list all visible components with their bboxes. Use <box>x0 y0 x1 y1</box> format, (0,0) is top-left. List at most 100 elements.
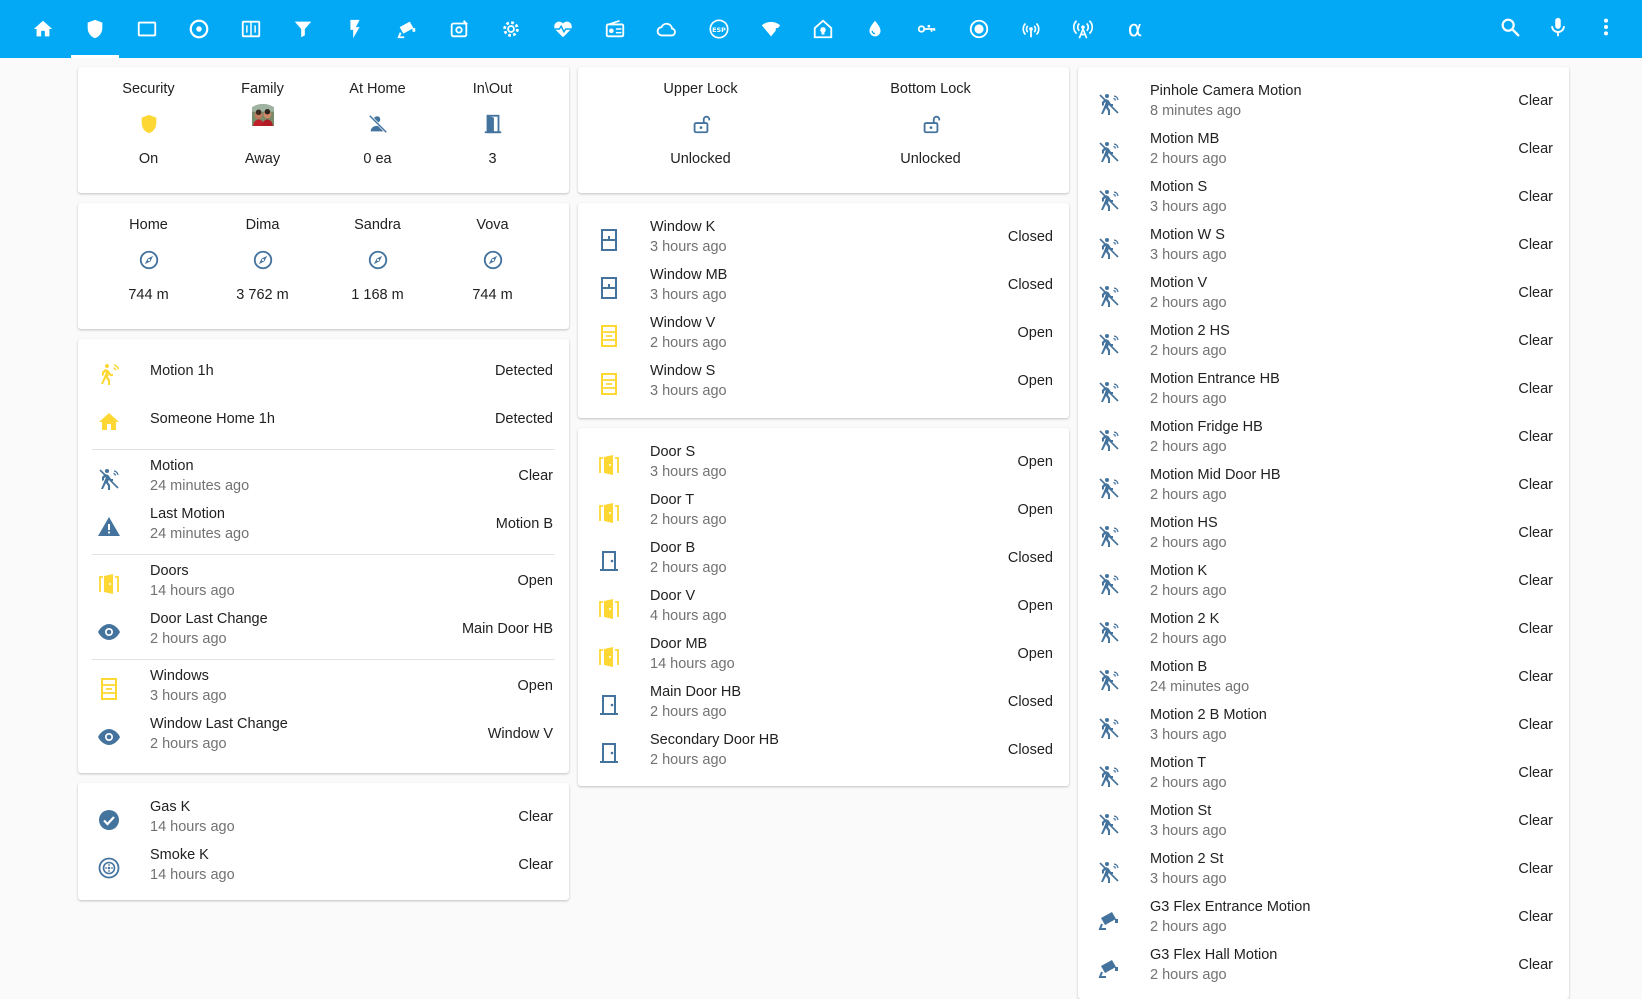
entity-row[interactable]: Main Door HB 2 hours ago Closed <box>578 680 1069 728</box>
motion-off-icon <box>1096 379 1122 405</box>
eye-icon <box>96 619 122 645</box>
entity-state: Detected <box>494 363 553 379</box>
tab-panel[interactable] <box>225 0 277 58</box>
entity-row[interactable]: Motion 1h Detected <box>78 349 569 397</box>
entity-row[interactable]: Motion Mid Door HB 2 hours ago Clear <box>1078 463 1569 511</box>
entity-row[interactable]: Motion 24 minutes ago Clear <box>78 454 569 502</box>
entity-row[interactable]: G3 Flex Hall Motion 2 hours ago Clear <box>1078 943 1569 991</box>
entity-row[interactable]: Window V 2 hours ago Open <box>578 311 1069 359</box>
locks-card: Upper Lock Unlocked Bottom Lock Unlocked <box>578 67 1069 193</box>
entity-row[interactable]: Motion Fridge HB 2 hours ago Clear <box>1078 415 1569 463</box>
entity-row[interactable]: Motion W S 3 hours ago Clear <box>1078 223 1569 271</box>
entity-last-changed: 2 hours ago <box>1150 775 1227 791</box>
entity-state: Clear <box>1518 573 1553 589</box>
glance-item[interactable]: Security On <box>91 79 206 169</box>
entity-state: Closed <box>1007 229 1053 245</box>
entity-row[interactable]: Motion Entrance HB 2 hours ago Clear <box>1078 367 1569 415</box>
glance-item[interactable]: At Home 0 ea <box>320 79 435 169</box>
smoke-detector-icon <box>96 855 122 881</box>
entity-row[interactable]: Smoke K 14 hours ago Clear <box>78 843 569 891</box>
entity-row[interactable]: Motion HS 2 hours ago Clear <box>1078 511 1569 559</box>
entity-row[interactable]: Motion 2 HS 2 hours ago Clear <box>1078 319 1569 367</box>
entity-row[interactable]: Doors 14 hours ago Open <box>78 559 569 607</box>
entity-row[interactable]: Window Last Change 2 hours ago Window V <box>78 712 569 760</box>
glance-item[interactable]: Bottom Lock Unlocked <box>873 79 988 169</box>
tab-access-point[interactable] <box>1005 0 1057 58</box>
entity-row[interactable]: Door Last Change 2 hours ago Main Door HB <box>78 607 569 655</box>
entity-row[interactable]: Motion 2 B Motion 3 hours ago Clear <box>1078 703 1569 751</box>
tab-home[interactable] <box>17 0 69 58</box>
entity-last-changed: 3 hours ago <box>1150 247 1227 263</box>
tab-cloud[interactable] <box>641 0 693 58</box>
entity-row[interactable]: Door T 2 hours ago Open <box>578 488 1069 536</box>
tab-filter[interactable] <box>277 0 329 58</box>
entity-row[interactable]: Motion B 24 minutes ago Clear <box>1078 655 1569 703</box>
entity-row[interactable]: Secondary Door HB 2 hours ago Closed <box>578 728 1069 776</box>
tab-cctv[interactable] <box>381 0 433 58</box>
mdi-key-icon <box>916 18 938 40</box>
entity-row[interactable]: Door V 4 hours ago Open <box>578 584 1069 632</box>
tab-robot[interactable] <box>433 0 485 58</box>
entity-row[interactable]: Door MB 14 hours ago Open <box>578 632 1069 680</box>
entity-state: Open <box>1017 598 1053 614</box>
entity-row[interactable]: Door B 2 hours ago Closed <box>578 536 1069 584</box>
entity-row[interactable]: Gas K 14 hours ago Clear <box>78 795 569 843</box>
voice-button[interactable] <box>1532 0 1584 58</box>
glance-item[interactable]: Home 744 m <box>91 215 206 305</box>
entity-row[interactable]: Motion V 2 hours ago Clear <box>1078 271 1569 319</box>
tab-alpha[interactable]: α <box>1109 0 1161 58</box>
entity-state: Clear <box>1518 861 1553 877</box>
entity-row[interactable]: Motion St 3 hours ago Clear <box>1078 799 1569 847</box>
tab-mdi-key[interactable] <box>901 0 953 58</box>
entity-last-changed: 3 hours ago <box>650 239 727 255</box>
glance-item[interactable]: Vova 744 m <box>435 215 550 305</box>
entity-name: Motion <box>150 458 194 474</box>
entity-row[interactable]: Motion 2 K 2 hours ago Clear <box>1078 607 1569 655</box>
entity-row[interactable]: G3 Flex Entrance Motion 2 hours ago Clear <box>1078 895 1569 943</box>
tab-heart-pulse[interactable] <box>537 0 589 58</box>
tab-flash[interactable] <box>329 0 381 58</box>
tab-antenna[interactable] <box>1057 0 1109 58</box>
tab-record[interactable] <box>953 0 1005 58</box>
entity-row[interactable]: Someone Home 1h Detected <box>78 397 569 445</box>
entity-row[interactable]: Last Motion 24 minutes ago Motion B <box>78 502 569 550</box>
glance-name: Vova <box>476 217 509 233</box>
tab-esp[interactable]: ESP <box>693 0 745 58</box>
glance-item[interactable]: In\Out 3 <box>435 79 550 169</box>
eye-icon <box>96 724 122 750</box>
tab-water[interactable] <box>849 0 901 58</box>
entity-row[interactable]: Windows 3 hours ago Open <box>78 664 569 712</box>
robot-icon <box>448 18 470 40</box>
glance-item[interactable]: Family Away <box>205 79 320 169</box>
tab-radio[interactable] <box>589 0 641 58</box>
tab-wifi-alert[interactable] <box>745 0 797 58</box>
entity-row[interactable]: Motion S 3 hours ago Clear <box>1078 175 1569 223</box>
entity-row[interactable]: Motion MB 2 hours ago Clear <box>1078 127 1569 175</box>
glance-item[interactable]: Dima 3 762 m <box>205 215 320 305</box>
entity-last-changed: 2 hours ago <box>650 512 727 528</box>
entity-row[interactable]: Window S 3 hours ago Open <box>578 359 1069 407</box>
tab-shield[interactable] <box>69 0 121 58</box>
entity-row[interactable]: Window MB 3 hours ago Closed <box>578 263 1069 311</box>
record-icon <box>968 18 990 40</box>
glance-item[interactable]: Sandra 1 168 m <box>320 215 435 305</box>
entity-name: Door V <box>650 588 696 604</box>
overflow-menu-button[interactable] <box>1580 0 1632 58</box>
tab-rectangle[interactable] <box>121 0 173 58</box>
tab-disc[interactable] <box>173 0 225 58</box>
entity-name: Door B <box>650 540 696 556</box>
motion-off-icon <box>96 466 122 492</box>
entity-name: Main Door HB <box>650 684 742 700</box>
search-button[interactable] <box>1484 0 1536 58</box>
entity-row[interactable]: Pinhole Camera Motion 8 minutes ago Clear <box>1078 79 1569 127</box>
tab-settings[interactable] <box>485 0 537 58</box>
glance-item[interactable]: Upper Lock Unlocked <box>643 79 758 169</box>
entity-row[interactable]: Window K 3 hours ago Closed <box>578 215 1069 263</box>
door-closed-icon <box>596 692 622 718</box>
entity-row[interactable]: Motion K 2 hours ago Clear <box>1078 559 1569 607</box>
entity-last-changed: 3 hours ago <box>650 464 727 480</box>
tab-home-lightbulb[interactable] <box>797 0 849 58</box>
entity-row[interactable]: Door S 3 hours ago Open <box>578 440 1069 488</box>
entity-row[interactable]: Motion 2 St 3 hours ago Clear <box>1078 847 1569 895</box>
entity-row[interactable]: Motion T 2 hours ago Clear <box>1078 751 1569 799</box>
